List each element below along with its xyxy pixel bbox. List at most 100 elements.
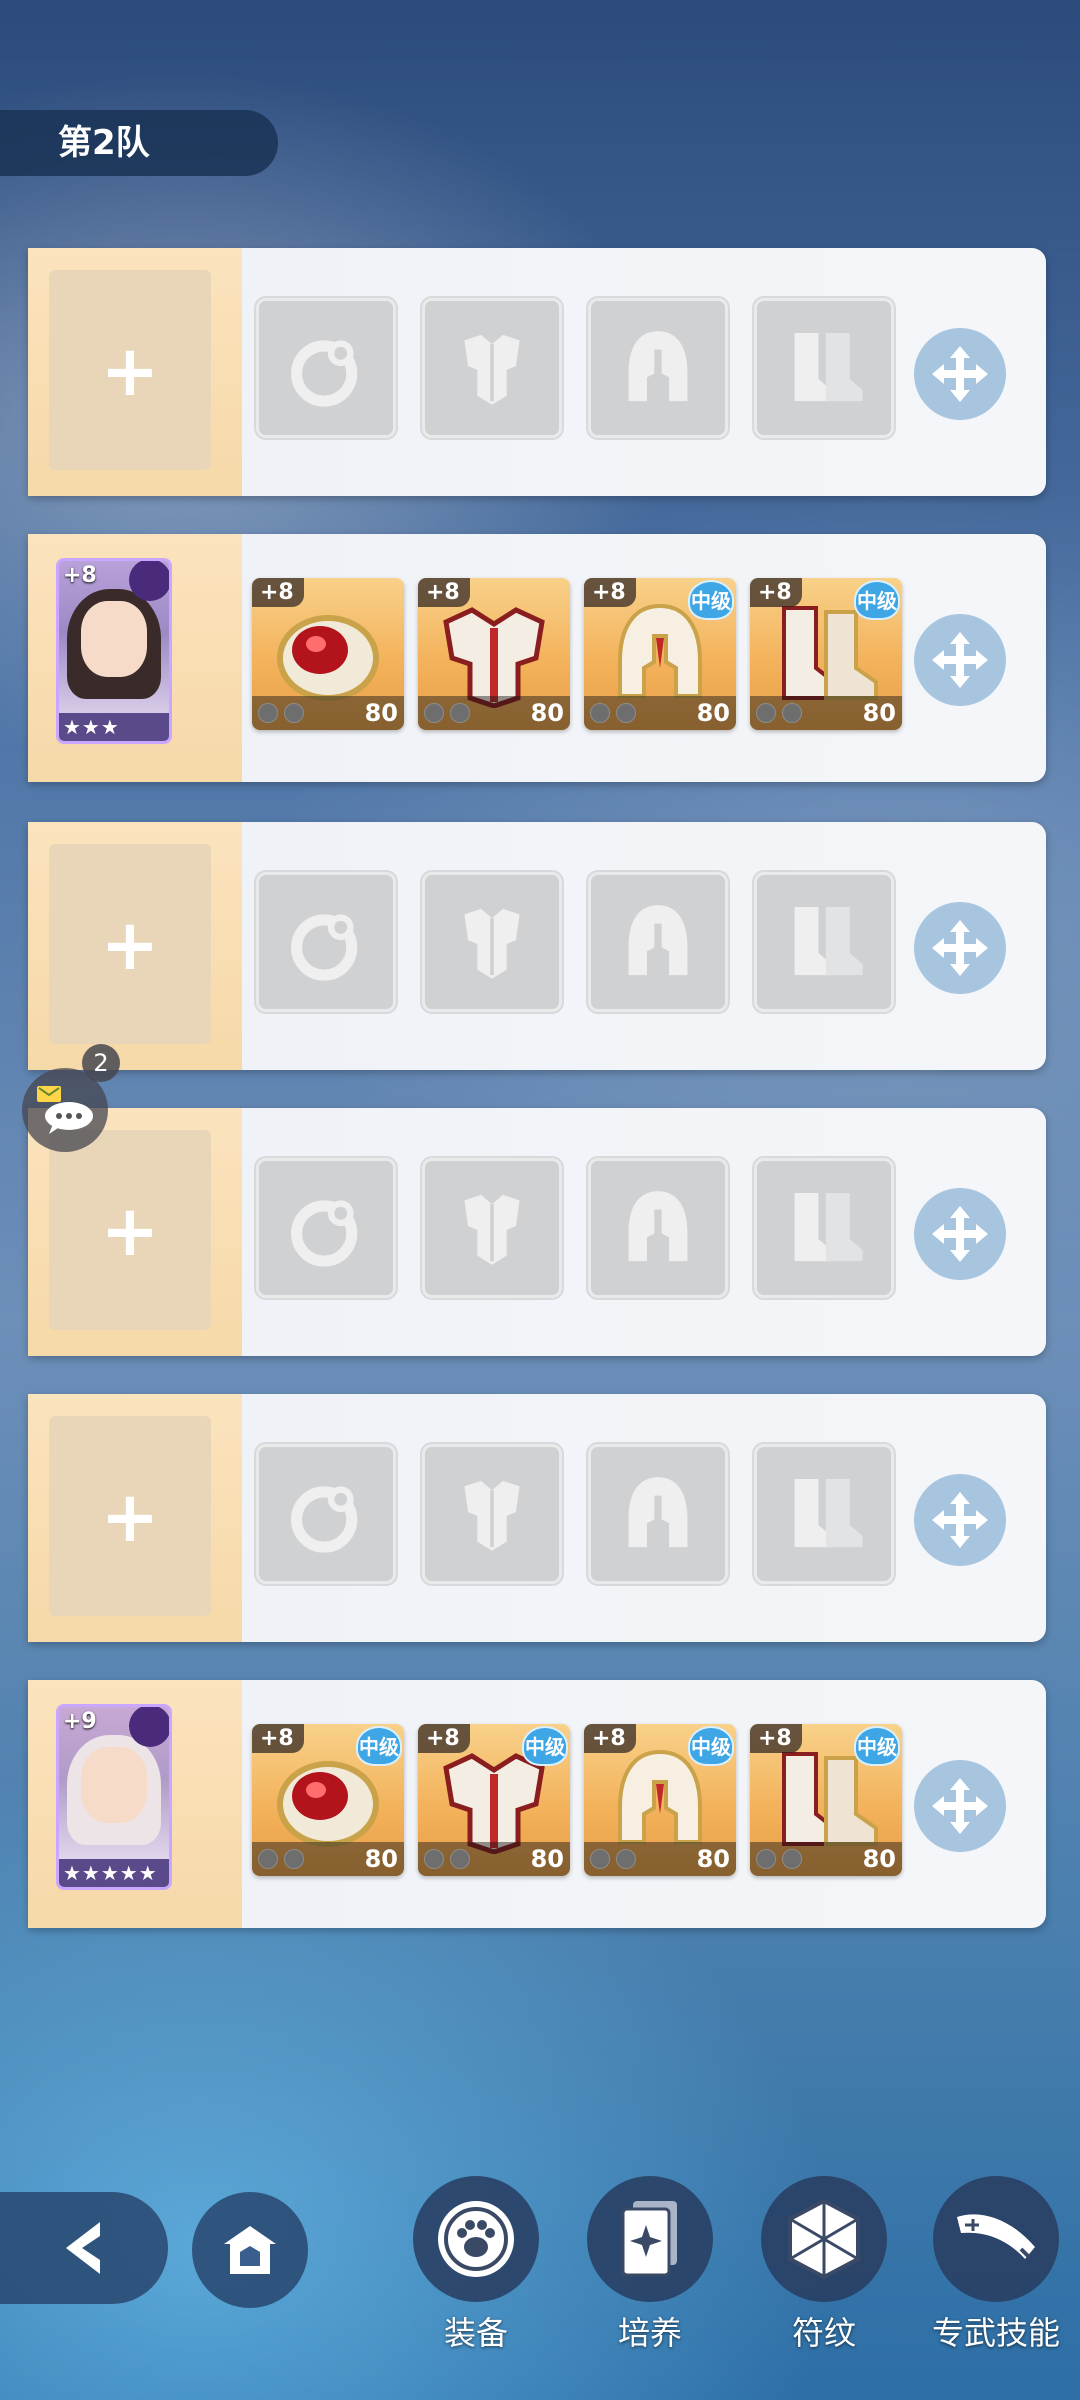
boots-slot[interactable] bbox=[754, 872, 894, 1012]
armor-icon bbox=[464, 334, 520, 405]
gear-level: 80 bbox=[584, 696, 736, 730]
gear-ring[interactable]: +8 中级 80 bbox=[252, 1724, 404, 1876]
back-button[interactable] bbox=[0, 2192, 168, 2304]
helmet-slot[interactable] bbox=[588, 1158, 728, 1298]
move-button[interactable] bbox=[914, 1474, 1006, 1566]
ring-slot[interactable] bbox=[256, 298, 396, 438]
helmet-icon bbox=[628, 331, 688, 402]
move-arrows-icon bbox=[932, 1206, 988, 1262]
armor-slot[interactable] bbox=[422, 298, 562, 438]
team-row-1: + bbox=[28, 248, 1046, 496]
hero-stars: ★★★ bbox=[59, 713, 169, 741]
ring-icon bbox=[291, 914, 358, 981]
plus-icon: + bbox=[100, 1190, 160, 1272]
armor-icon bbox=[443, 607, 545, 708]
nav-skill-label: 专武技能 bbox=[932, 2314, 1061, 2352]
hero-stars: ★★★★★ bbox=[59, 1859, 169, 1887]
gear-plus: +8 bbox=[750, 578, 802, 607]
move-button[interactable] bbox=[914, 1188, 1006, 1280]
helmet-icon bbox=[628, 905, 688, 976]
armor-slot[interactable] bbox=[422, 1444, 562, 1584]
hero-portrait bbox=[81, 1747, 147, 1823]
helmet-icon bbox=[628, 1477, 688, 1548]
gear-plus: +8 bbox=[584, 578, 636, 607]
ring-icon bbox=[291, 340, 358, 407]
add-hero-slot[interactable]: + bbox=[49, 1130, 211, 1330]
hero-level: +8 bbox=[63, 563, 97, 588]
chat-bubble-icon bbox=[37, 1086, 93, 1134]
add-hero-slot[interactable]: + bbox=[49, 1416, 211, 1616]
boots-slot[interactable] bbox=[754, 298, 894, 438]
move-button[interactable] bbox=[914, 614, 1006, 706]
helmet-slot[interactable] bbox=[588, 298, 728, 438]
add-hero-slot[interactable]: + bbox=[49, 270, 211, 470]
move-arrows-icon bbox=[932, 1492, 988, 1548]
dice-icon bbox=[788, 2198, 860, 2280]
nav-rune-label: 符纹 bbox=[791, 2314, 856, 2352]
boots-icon bbox=[794, 907, 863, 976]
ring-slot[interactable] bbox=[256, 1444, 396, 1584]
grade-badge: 中级 bbox=[522, 1726, 568, 1766]
gear-boots[interactable]: +8 中级 80 bbox=[750, 578, 902, 730]
move-button[interactable] bbox=[914, 1760, 1006, 1852]
nav-equip[interactable]: 装备 bbox=[412, 2176, 540, 2354]
armor-slot[interactable] bbox=[422, 1158, 562, 1298]
armor-slot[interactable] bbox=[422, 872, 562, 1012]
ring-icon bbox=[291, 1200, 358, 1267]
hero-card[interactable]: +9 ★★★★★ bbox=[56, 1704, 172, 1890]
boots-slot[interactable] bbox=[754, 1444, 894, 1584]
ring-slot[interactable] bbox=[256, 872, 396, 1012]
gear-helmet[interactable]: +8 中级 80 bbox=[584, 578, 736, 730]
gear-plus: +8 bbox=[252, 1724, 304, 1753]
helmet-slot[interactable] bbox=[588, 872, 728, 1012]
nav-rune[interactable]: 符纹 bbox=[760, 2176, 888, 2354]
grade-badge: 中级 bbox=[854, 1726, 900, 1766]
ring-slot[interactable] bbox=[256, 1158, 396, 1298]
move-arrows-icon bbox=[932, 1778, 988, 1834]
gear-armor[interactable]: +8 中级 80 bbox=[418, 1724, 570, 1876]
boots-slot[interactable] bbox=[754, 1158, 894, 1298]
paw-icon bbox=[438, 2201, 514, 2277]
faction-icon bbox=[129, 561, 169, 601]
horn-icon bbox=[957, 2214, 1035, 2259]
move-button[interactable] bbox=[914, 902, 1006, 994]
boots-icon bbox=[794, 1479, 863, 1548]
ring-icon bbox=[277, 615, 379, 701]
move-button[interactable] bbox=[914, 328, 1006, 420]
add-hero-slot[interactable]: + bbox=[49, 844, 211, 1044]
team-row-6: +9 ★★★★★ +8 中级 80 +8 中级 80 +8 中级 80 +8 中… bbox=[28, 1680, 1046, 1928]
helmet-slot[interactable] bbox=[588, 1444, 728, 1584]
gear-level: 80 bbox=[750, 696, 902, 730]
gear-plus: +8 bbox=[418, 578, 470, 607]
gear-helmet[interactable]: +8 中级 80 bbox=[584, 1724, 736, 1876]
faction-icon bbox=[129, 1707, 169, 1747]
grade-badge: 中级 bbox=[854, 580, 900, 620]
armor-icon bbox=[464, 1194, 520, 1265]
nav-train[interactable]: 培养 bbox=[586, 2176, 714, 2354]
boots-icon bbox=[794, 1193, 863, 1262]
nav-skill[interactable]: 专武技能 bbox=[932, 2176, 1060, 2354]
gear-level: 80 bbox=[252, 696, 404, 730]
hero-card[interactable]: +8 ★★★ bbox=[56, 558, 172, 744]
grade-badge: 中级 bbox=[688, 1726, 734, 1766]
team-row-4: + bbox=[28, 1108, 1046, 1356]
armor-icon bbox=[464, 908, 520, 979]
move-arrows-icon bbox=[932, 632, 988, 688]
move-arrows-icon bbox=[932, 346, 988, 402]
nav-equip-label: 装备 bbox=[443, 2314, 508, 2352]
gear-plus: +8 bbox=[750, 1724, 802, 1753]
gear-plus: +8 bbox=[584, 1724, 636, 1753]
gear-level: 80 bbox=[418, 696, 570, 730]
helmet-icon bbox=[628, 1191, 688, 1262]
hero-portrait bbox=[81, 601, 147, 677]
gear-boots[interactable]: +8 中级 80 bbox=[750, 1724, 902, 1876]
boots-icon bbox=[794, 333, 863, 402]
grade-badge: 中级 bbox=[688, 580, 734, 620]
gear-armor[interactable]: +8 80 bbox=[418, 578, 570, 730]
gear-ring[interactable]: +8 80 bbox=[252, 578, 404, 730]
ring-icon bbox=[291, 1486, 358, 1553]
nav-train-label: 培养 bbox=[617, 2314, 682, 2352]
home-button[interactable] bbox=[192, 2192, 308, 2308]
team-label: 第2队 bbox=[0, 110, 278, 176]
team-row-3: + bbox=[28, 822, 1046, 1070]
